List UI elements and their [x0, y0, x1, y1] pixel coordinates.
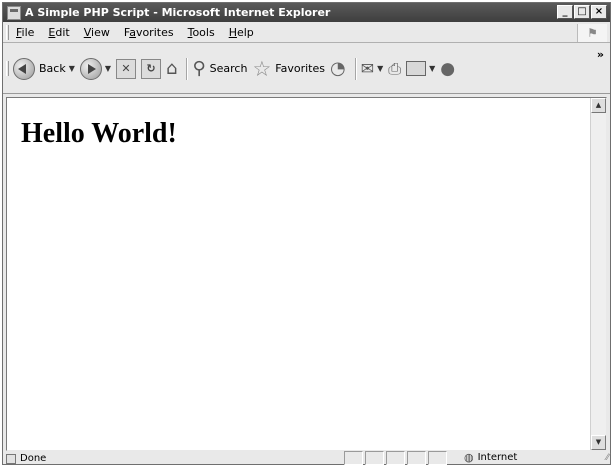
forward-button[interactable]: ▼: [79, 57, 111, 80]
menu-file[interactable]: File: [9, 26, 41, 39]
favorites-button[interactable]: ☆ Favorites: [252, 57, 325, 81]
status-panel: [365, 451, 384, 465]
home-button[interactable]: ⌂: [166, 58, 177, 79]
edit-icon: [406, 61, 427, 76]
menu-favorites[interactable]: Favorites: [117, 26, 181, 39]
stop-button[interactable]: ✕: [116, 58, 137, 79]
page-status-icon: [6, 453, 16, 464]
status-panel: [428, 451, 447, 465]
home-icon: ⌂: [166, 58, 178, 79]
close-button[interactable]: ×: [591, 5, 607, 19]
forward-dropdown-icon[interactable]: ▼: [105, 64, 111, 73]
forward-arrow-icon: [79, 57, 102, 80]
mail-dropdown-icon[interactable]: ▼: [377, 64, 383, 73]
window-title: A Simple PHP Script - Microsoft Internet…: [25, 6, 331, 19]
title-bar[interactable]: A Simple PHP Script - Microsoft Internet…: [3, 3, 610, 22]
zone-label: Internet: [477, 452, 518, 463]
stop-icon: ✕: [116, 58, 137, 79]
status-panels: [344, 451, 449, 465]
printer-icon: ⎙: [388, 58, 402, 78]
back-button[interactable]: Back ▼: [13, 57, 75, 80]
toolbar-grip[interactable]: [6, 61, 9, 76]
refresh-button[interactable]: ↻: [141, 58, 162, 79]
search-icon: ⚲: [192, 58, 206, 79]
mail-icon: ✉: [360, 59, 375, 78]
security-zone[interactable]: ◍ Internet: [464, 451, 517, 464]
toolbar-separator: [186, 57, 189, 80]
menu-tools[interactable]: Tools: [181, 26, 222, 39]
refresh-icon: ↻: [141, 58, 162, 79]
menu-view[interactable]: View: [77, 26, 117, 39]
edit-dropdown-icon[interactable]: ▼: [429, 64, 435, 73]
status-panel: [407, 451, 426, 465]
star-icon: ☆: [252, 56, 272, 81]
minimize-button[interactable]: _: [557, 5, 573, 19]
mail-button[interactable]: ✉ ▼: [361, 59, 384, 78]
menu-edit[interactable]: Edit: [41, 26, 76, 39]
search-label: Search: [209, 62, 248, 75]
page-heading: Hello World!: [21, 118, 177, 149]
favorites-label: Favorites: [275, 62, 325, 75]
browser-icon: [7, 5, 21, 20]
history-button[interactable]: ◔: [330, 58, 346, 79]
scroll-down-button[interactable]: ▼: [591, 435, 606, 450]
discuss-button[interactable]: ●: [440, 59, 455, 79]
vertical-scrollbar[interactable]: ▲ ▼: [590, 98, 606, 450]
back-label: Back: [39, 62, 66, 75]
back-arrow-icon: [13, 57, 35, 80]
standard-toolbar: Back ▼ ▼ ✕ ↻ ⌂ ⚲ Search ☆ Favorites ◔ ✉ …: [3, 44, 610, 94]
maximize-button[interactable]: □: [574, 5, 590, 19]
print-button[interactable]: ⎙: [388, 59, 401, 79]
window-controls: _ □ ×: [557, 5, 607, 19]
status-panel: [344, 451, 363, 465]
toolbar-separator: [354, 57, 357, 80]
status-bar: Done ◍ Internet ⁄⁄: [3, 451, 610, 465]
windows-logo-icon: ⚑: [577, 24, 607, 42]
menu-help[interactable]: Help: [222, 26, 261, 39]
scroll-up-button[interactable]: ▲: [591, 98, 606, 113]
page-viewport: Hello World! ▲ ▼: [6, 97, 607, 451]
browser-window: A Simple PHP Script - Microsoft Internet…: [2, 2, 611, 465]
status-text: Done: [20, 453, 47, 464]
search-button[interactable]: ⚲ Search: [192, 58, 247, 79]
back-dropdown-icon[interactable]: ▼: [69, 64, 75, 73]
menu-bar: File Edit View Favorites Tools Help ⚑: [3, 23, 610, 43]
history-icon: ◔: [329, 58, 346, 79]
toolbar-overflow-button[interactable]: »: [597, 48, 604, 61]
globe-icon: ◍: [464, 451, 474, 464]
edit-button[interactable]: ▼: [406, 61, 435, 76]
page-content: Hello World!: [7, 98, 591, 450]
resize-grip-icon[interactable]: ⁄⁄: [606, 453, 609, 463]
discuss-icon: ●: [440, 58, 456, 79]
status-panel: [386, 451, 405, 465]
